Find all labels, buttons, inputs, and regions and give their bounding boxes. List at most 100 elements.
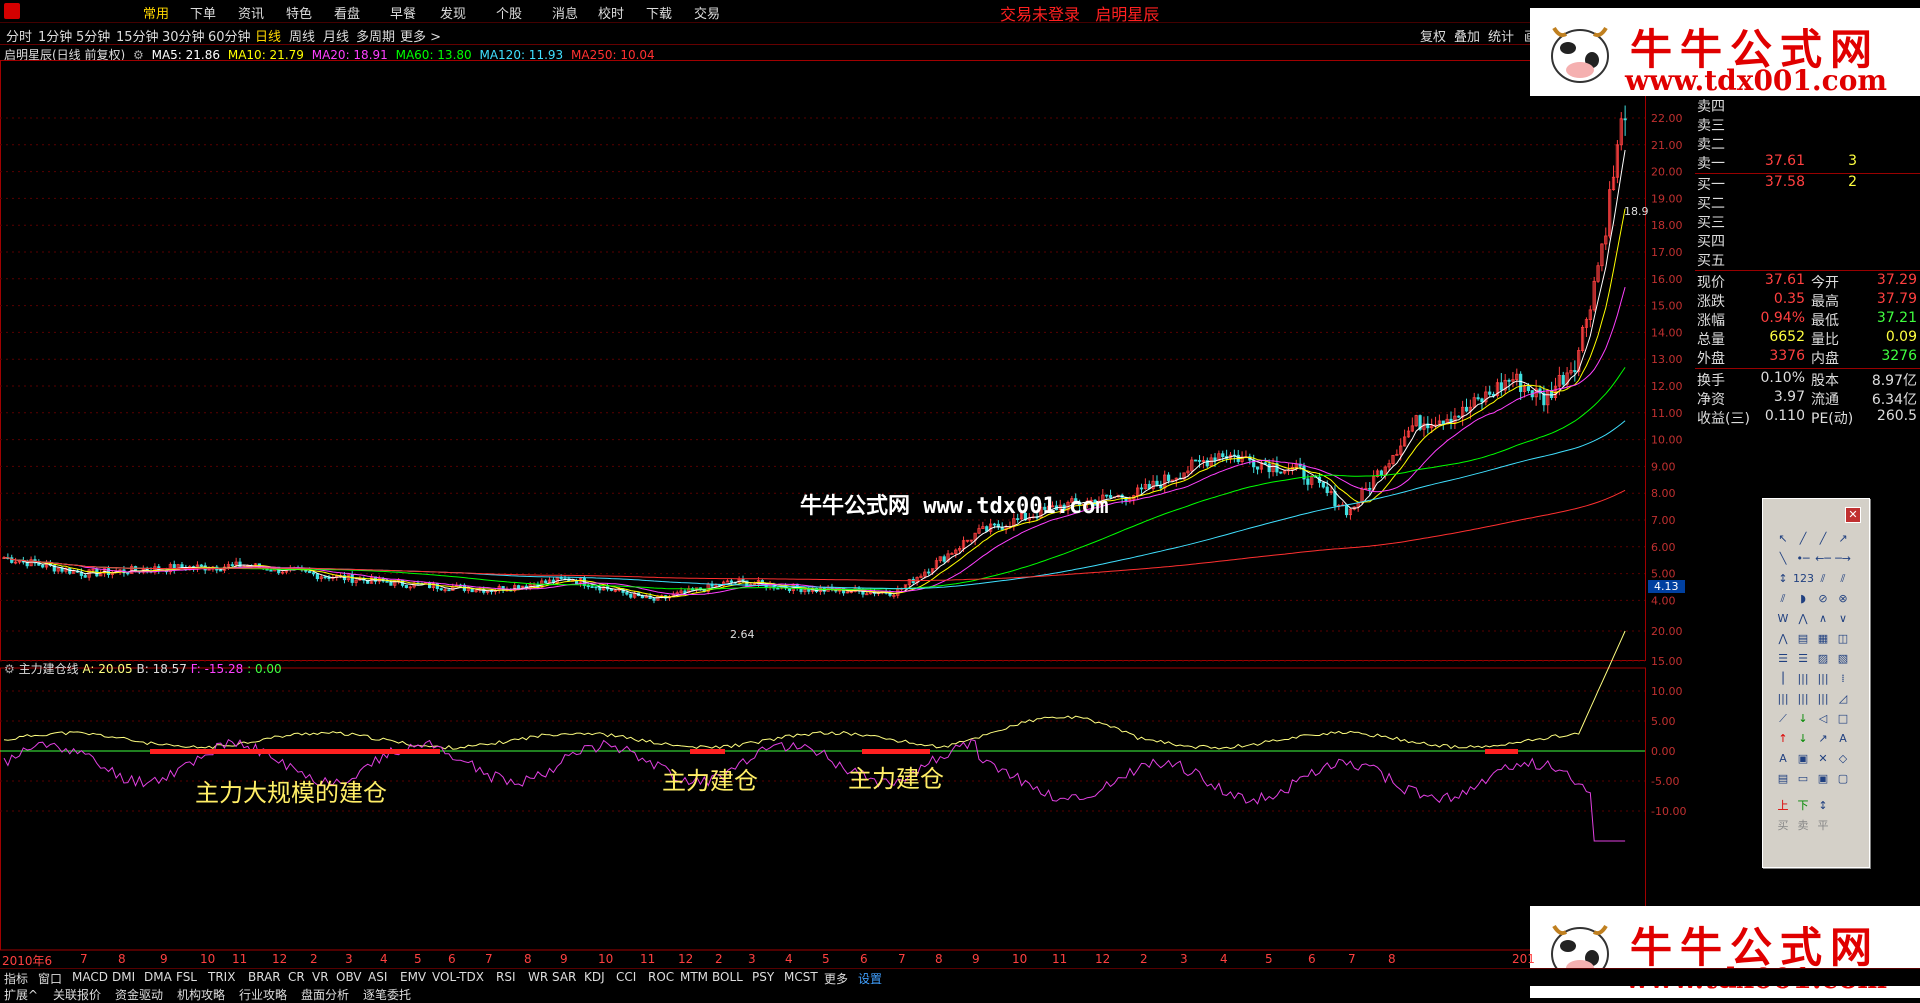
drawing-tool-icon[interactable]: A	[1773, 749, 1793, 769]
overlay-button[interactable]: 叠加	[1454, 26, 1480, 45]
indicator-tab-emv[interactable]: EMV	[400, 970, 426, 984]
indicator-tab-mcst[interactable]: MCST	[784, 970, 818, 984]
menu-item-breakfast[interactable]: 早餐	[390, 3, 416, 22]
period-tab-5min[interactable]: 5分钟	[76, 26, 110, 45]
drawing-tool-icon[interactable]: ⫽	[1773, 589, 1793, 609]
period-tab-60min[interactable]: 60分钟	[208, 26, 251, 45]
menu-item-stock[interactable]: 个股	[496, 3, 522, 22]
drawing-tool-icon[interactable]: |||	[1793, 669, 1813, 689]
drawing-tool-icon[interactable]: 123	[1793, 569, 1814, 589]
indicator-tab-mtm[interactable]: MTM	[680, 970, 708, 984]
period-tab-more[interactable]: 更多 >	[400, 26, 441, 45]
indicator-tab-vr[interactable]: VR	[312, 970, 329, 984]
drawing-tool-icon[interactable]: ↑	[1773, 729, 1793, 749]
drawing-tool-icon[interactable]: ▧	[1833, 649, 1853, 669]
drawing-tool-icon[interactable]: ☰	[1773, 649, 1793, 669]
menu-item-features[interactable]: 特色	[286, 3, 312, 22]
drawing-tool-icon[interactable]: ⊘	[1813, 589, 1833, 609]
menu-item-messages[interactable]: 消息	[552, 3, 578, 22]
indicator-tab-obv[interactable]: OBV	[336, 970, 362, 984]
drawing-tool-icon[interactable]: ☰	[1793, 649, 1813, 669]
indicator-tab-更多[interactable]: 更多	[824, 970, 848, 987]
indicator-tab-brar[interactable]: BRAR	[248, 970, 281, 984]
period-tab-1min[interactable]: 1分钟	[38, 26, 72, 45]
period-tab-30min[interactable]: 30分钟	[162, 26, 205, 45]
drawing-tool-icon[interactable]: ╱	[1793, 529, 1813, 549]
indicator-tab-窗口[interactable]: 窗口	[38, 970, 62, 987]
drawing-tool-icon[interactable]: ⊗	[1833, 589, 1853, 609]
drawing-tool-icon[interactable]: ↓	[1793, 729, 1813, 749]
drawing-tool-icon[interactable]: ▤	[1773, 769, 1793, 789]
drawing-tool-icon[interactable]: ◿	[1833, 689, 1853, 709]
drawing-tool-icon[interactable]: 卖	[1793, 816, 1813, 836]
indicator-tab-rsi[interactable]: RSI	[496, 970, 516, 984]
period-tab-multi[interactable]: 多周期	[356, 26, 395, 45]
drawing-tool-icon[interactable]: 平	[1813, 816, 1833, 836]
drawing-tool-icon[interactable]: ◫	[1833, 629, 1853, 649]
indicator-tab-cci[interactable]: CCI	[616, 970, 636, 984]
drawing-tool-icon[interactable]: ▢	[1833, 769, 1853, 789]
drawing-tool-icon[interactable]: ↖	[1773, 529, 1793, 549]
indicator-tab-kdj[interactable]: KDJ	[584, 970, 605, 984]
drawing-tools-panel[interactable]: ✕ ↖ ╱ ╱ ↗╲ •─ ←─ ─→↕ 123 ⫽ ⫽⫽ ◗ ⊘ ⊗W ⋀ ∧ ∨⋀ ▤ ▦ ◫☰ ☰ ▨ ▧⎮ ||| |…	[1762, 498, 1870, 868]
drawing-tool-icon[interactable]: ↕	[1813, 796, 1833, 816]
drawing-tool-icon[interactable]: ◗	[1793, 589, 1813, 609]
drawing-tool-icon[interactable]: ╲	[1773, 549, 1793, 569]
indicator-tab-trix[interactable]: TRIX	[208, 970, 235, 984]
drawing-tool-icon[interactable]: ←─	[1813, 549, 1833, 569]
drawing-tool-icon[interactable]: ⋀	[1773, 629, 1793, 649]
drawing-tool-icon[interactable]: ∧	[1813, 609, 1833, 629]
indicator-tab-roc[interactable]: ROC	[648, 970, 674, 984]
extension-tab[interactable]: 关联报价	[53, 986, 101, 1003]
indicator-tab-dma[interactable]: DMA	[144, 970, 172, 984]
indicator-tab-macd[interactable]: MACD	[72, 970, 108, 984]
drawing-tool-icon[interactable]: ⫽	[1833, 569, 1853, 589]
drawing-tool-icon[interactable]: ↕	[1773, 569, 1793, 589]
drawing-tool-icon[interactable]: 上	[1773, 796, 1793, 816]
drawing-tool-icon[interactable]: ◁	[1813, 709, 1833, 729]
extension-tab[interactable]: 盘面分析	[301, 986, 349, 1003]
extension-tab[interactable]: 资金驱动	[115, 986, 163, 1003]
drawing-tool-icon[interactable]: |||	[1773, 689, 1793, 709]
drawing-tool-icon[interactable]: |||	[1813, 689, 1833, 709]
drawing-tool-icon[interactable]: ▦	[1813, 629, 1833, 649]
drawing-tool-icon[interactable]: ⋀	[1793, 609, 1813, 629]
menu-item-trade[interactable]: 交易	[694, 3, 720, 22]
drawing-tool-icon[interactable]: ⎮	[1773, 669, 1793, 689]
drawing-tool-icon[interactable]: ▤	[1793, 629, 1813, 649]
drawing-tool-icon[interactable]: ✕	[1813, 749, 1833, 769]
drawing-tool-icon[interactable]: ◇	[1833, 749, 1853, 769]
drawing-tool-icon[interactable]: ▣	[1793, 749, 1813, 769]
close-icon[interactable]: ✕	[1845, 507, 1861, 523]
drawing-tool-icon[interactable]: ╱	[1813, 529, 1833, 549]
drawing-tool-icon[interactable]: ∨	[1833, 609, 1853, 629]
drawing-tool-icon[interactable]: •─	[1793, 549, 1813, 569]
extension-tab[interactable]: 逐笔委托	[363, 986, 411, 1003]
drawing-tool-icon[interactable]: □	[1833, 709, 1853, 729]
indicator-tab-fsl[interactable]: FSL	[176, 970, 197, 984]
extension-tab[interactable]: 扩展^	[4, 986, 38, 1003]
drawing-tool-icon[interactable]: ▨	[1813, 649, 1833, 669]
drawing-tool-icon[interactable]	[1833, 789, 1853, 809]
menu-item-common[interactable]: 常用	[143, 3, 169, 22]
indicator-tab-psy[interactable]: PSY	[752, 970, 774, 984]
menu-item-order[interactable]: 下单	[190, 3, 216, 22]
indicator-tab-指标[interactable]: 指标	[4, 970, 28, 987]
indicator-tab-sar[interactable]: SAR	[552, 970, 576, 984]
period-tab-intraday[interactable]: 分时	[6, 26, 32, 45]
drawing-tool-icon[interactable]: ─→	[1833, 549, 1853, 569]
drawing-tool-icon[interactable]: |||	[1793, 689, 1813, 709]
drawing-tool-icon[interactable]: 下	[1793, 796, 1813, 816]
drawing-tool-icon[interactable]: ↗	[1833, 529, 1853, 549]
period-tab-weekly[interactable]: 周线	[289, 26, 315, 45]
period-tab-15min[interactable]: 15分钟	[116, 26, 159, 45]
drawing-tool-icon[interactable]: ⫽	[1813, 569, 1833, 589]
app-logo-icon[interactable]	[4, 3, 20, 19]
indicator-tab-cr[interactable]: CR	[288, 970, 305, 984]
extension-tab[interactable]: 机构攻略	[177, 986, 225, 1003]
menu-item-news[interactable]: 资讯	[238, 3, 264, 22]
indicator-tab-dmi[interactable]: DMI	[112, 970, 135, 984]
drawing-tool-icon[interactable]: ▭	[1793, 769, 1813, 789]
drawing-tool-icon[interactable]: ⁞	[1833, 669, 1853, 689]
settings-icon[interactable]: ⚙	[4, 662, 15, 676]
